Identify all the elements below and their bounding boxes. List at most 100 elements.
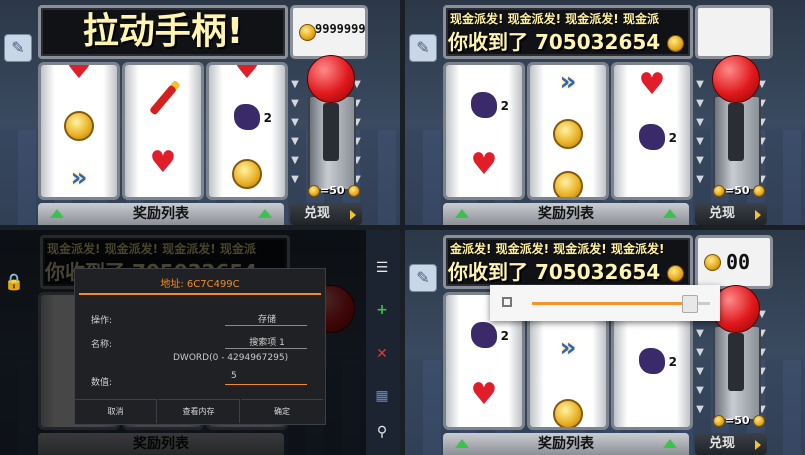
coin-icon [299,24,316,41]
lever-slot[interactable] [308,95,356,191]
slider-track[interactable] [532,302,692,305]
heart-icon: ♥ [65,62,93,86]
slot-screen-1: ✎ 拉动手柄! 9999999 ♥ » ♥ ♥ 2 ▼ ▼ ▼ ▼ ▼ ▼ ▼ ▼ ▼ ▼ ▼ ▼ … [0,0,400,225]
reel-3: ♥ 2 [206,62,288,200]
ninja-icon: 2 [614,123,690,159]
reel-1: ♥ » [38,62,120,200]
coin-icon [667,265,685,282]
address-title: 地址: 6C7C499C [160,279,240,290]
redeem-button[interactable]: 兑现 [695,203,767,225]
name-label: 名称: [91,340,113,350]
message-banner: 金派发! 现金派发! 现金派发! 现金派发! 你收到了 705032654 [443,235,693,289]
coin-symbol-icon [209,159,285,197]
edit-value-dialog: 地址: 6C7C499C 操作: 存储 名称: 搜索项 1 DWORD(0 - … [74,268,326,425]
chevron-symbol-icon: » [70,163,88,193]
banner-marquee: 金派发! 现金派发! 现金派发! 现金派发! [450,242,665,256]
view-memory-button[interactable]: 查看内存 [158,399,240,423]
banner-marquee: 现金派发! 现金派发! 现金派发! 现金派 [450,12,659,26]
list-icon[interactable]: ☰ [372,258,392,278]
delete-icon[interactable]: ✕ [372,344,392,364]
slot-screen-4: ✎ 金派发! 现金派发! 现金派发! 现金派发! 你收到了 705032654 … [405,230,805,455]
payline-arrows-left: ▼▼▼▼▼▼ [291,79,299,185]
up-arrow-icon [455,439,469,448]
lock-icon[interactable]: 🔒 [4,272,24,294]
lever-knob[interactable] [307,55,355,103]
reel-2: ♥ [122,62,204,200]
message-banner: 拉动手柄! [38,5,288,59]
reward-list-label: 奖励列表 [538,436,594,452]
payline-arrows-left: ▼▼▼▼▼▼ [696,309,704,415]
redeem-label: 兑现 [709,436,736,451]
name-input[interactable]: 搜索项 1 [227,335,307,348]
search-icon[interactable]: ⚲ [372,422,392,442]
bet-amount: =50 [713,414,766,427]
name-underline [225,348,307,349]
lever-slot[interactable] [713,325,761,421]
type-select[interactable]: 存储 [227,312,307,325]
message-banner: 现金派发! 现金派发! 现金派发! 现金派 你收到了 705032654 [443,5,693,59]
type-underline [225,325,307,326]
heart-icon: ♥ [233,62,261,86]
coin-counter: 00 [695,235,773,289]
up-arrow-icon [50,209,64,218]
slider-rest [696,302,710,305]
coin-symbol-icon [41,111,117,150]
banner-text: 你收到了 705032654 [448,256,685,285]
reward-list-button[interactable]: 奖励列表 [38,203,284,225]
range-hint: DWORD(0 - 4294967295) [173,353,289,363]
ninja-icon: 2 [614,347,690,383]
reel-2: » [527,62,609,200]
up-arrow-icon [455,209,469,218]
coin-count: 9999999 [315,22,366,36]
ninja-icon: 2 [209,103,285,139]
lever-slot[interactable] [713,95,761,191]
up-arrow-icon [663,439,677,448]
ninja-badge: 2 [668,355,677,369]
star-coin-icon [704,254,721,271]
wand-icon [125,83,201,126]
banner-received: 你收到了 705032654 [448,260,661,284]
up-arrow-icon [663,209,677,218]
coin-count: 00 [726,250,751,274]
bet-amount: =50 [713,184,766,197]
memory-edit-screen: 现金派发! 现金派发! 现金派发! 现金派 你收到了 705032654 奖励列… [0,230,400,455]
coin-symbol-icon [530,171,606,197]
up-arrow-icon [258,209,272,218]
heart-icon: ♥ [638,67,666,102]
banner-received: 你收到了 705032654 [448,30,661,54]
slider-knob[interactable] [682,295,698,313]
bet-amount: =50 [308,184,361,197]
wrench-icon[interactable]: ✎ [4,34,32,62]
coin-symbol-icon [530,399,606,427]
coin-counter [695,5,773,59]
add-icon[interactable]: + [372,300,392,320]
cancel-button[interactable]: 取消 [75,399,157,423]
coin-symbol-icon [530,119,606,158]
wrench-icon[interactable]: ✎ [409,34,437,62]
redeem-label: 兑现 [709,206,736,221]
value-input[interactable]: 5 [231,371,311,381]
bet-value: =50 [725,184,750,197]
redeem-button[interactable]: 兑现 [695,433,767,455]
reward-list-label: 奖励列表 [133,206,189,222]
slot-screen-2: ✎ 现金派发! 现金派发! 现金派发! 现金派 你收到了 705032654 2… [405,0,805,225]
coin-counter: 9999999 [290,5,368,59]
value-underline [225,384,307,385]
bet-value: =50 [320,184,345,197]
lever-knob[interactable] [712,55,760,103]
speed-slider-popup [490,285,720,321]
bet-value: =50 [725,414,750,427]
wrench-icon[interactable]: ✎ [409,264,437,292]
payline-arrows-left: ▼▼▼▼▼▼ [696,79,704,185]
heart-icon: ♥ [470,377,498,412]
coin-icon [667,35,685,52]
reel-1: 2 ♥ [443,62,525,200]
redeem-button[interactable]: 兑现 [290,203,362,225]
chevron-symbol-icon: » [559,333,577,363]
reel-3: ♥ 2 [611,62,693,200]
reward-list-button[interactable]: 奖励列表 [443,203,689,225]
reward-list-button[interactable]: 奖励列表 [443,433,689,455]
ninja-icon: 2 [446,91,522,127]
ok-button[interactable]: 确定 [241,399,323,423]
keyboard-icon[interactable]: ▦ [372,386,392,406]
